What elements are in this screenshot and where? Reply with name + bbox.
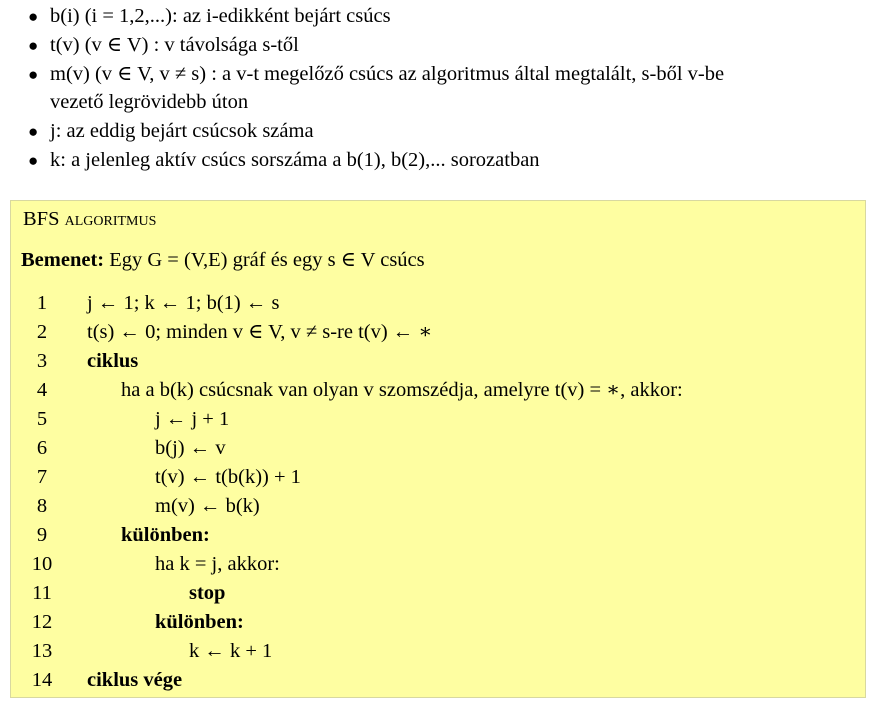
line-number: 12 [31,611,53,633]
bullet-text: t(v) (v ∈ V) : v távolsága s-től [50,34,299,56]
line-code: t(v) ← t(b(k)) + 1 [155,466,301,488]
code-line: 12 különben: [11,608,867,637]
line-code: ciklus [87,350,139,372]
line-number: 5 [36,408,48,430]
bullet-icon: ● [28,7,39,26]
line-number: 1 [36,292,48,314]
line-number: 14 [31,669,53,691]
code-line: 6 b(j) ← v [11,434,867,463]
code-line: 11 stop [11,579,867,608]
code-line: 2 t(s) ← 0; minden v ∈ V, v ≠ s-re t(v) … [11,318,867,347]
line-number: 13 [31,640,53,662]
code-line: 7 t(v) ← t(b(k)) + 1 [11,463,867,492]
line-code: j ← j + 1 [155,408,230,430]
bullet-text: j: az eddig bejárt csúcsok száma [50,120,314,142]
line-code: b(j) ← v [155,437,226,459]
code-line: 14 ciklus vége [11,666,867,695]
line-number: 9 [36,524,48,546]
list-item: ● t(v) (v ∈ V) : v távolsága s-től [28,31,299,60]
code-line: 8 m(v) ← b(k) [11,492,867,521]
code-line: 4 ha a b(k) csúcsnak van olyan v szomszé… [11,376,867,405]
line-number: 3 [36,350,48,372]
line-code: t(s) ← 0; minden v ∈ V, v ≠ s-re t(v) ← … [87,321,433,343]
bullet-text: b(i) (i = 1,2,...): az i-edikként bejárt… [50,5,391,27]
line-number: 6 [36,437,48,459]
line-code: különben: [121,524,210,546]
algorithm-title: BFS algoritmus [23,208,157,230]
list-item: ● b(i) (i = 1,2,...): az i-edikként bejá… [28,2,391,31]
list-item: ● j: az eddig bejárt csúcsok száma [28,117,314,146]
code-line: 5 j ← j + 1 [11,405,867,434]
line-code: j ← 1; k ← 1; b(1) ← s [87,292,280,314]
line-code: különben: [155,611,244,633]
line-number: 4 [36,379,48,401]
bullet-icon: ● [28,151,39,170]
algorithm-input: Bemenet: Egy G = (V,E) gráf és egy s ∈ V… [21,246,425,275]
line-number: 8 [36,495,48,517]
input-text: Egy G = (V,E) gráf és egy s ∈ V csúcs [109,249,425,271]
line-code: ciklus vége [87,669,183,691]
bullet-icon: ● [28,122,39,141]
line-code: k ← k + 1 [189,640,273,662]
line-code: ha k = j, akkor: [155,553,280,575]
bullet-text: k: a jelenleg aktív csúcs sorszáma a b(1… [50,149,540,171]
code-line: 3 ciklus [11,347,867,376]
line-number: 7 [36,466,48,488]
algorithm-box: BFS algoritmus Bemenet: Egy G = (V,E) gr… [10,200,866,698]
bullet-text: m(v) (v ∈ V, v ≠ s) : a v-t megelőző csú… [50,63,725,85]
list-item: ● m(v) (v ∈ V, v ≠ s) : a v-t megelőző c… [28,60,725,89]
bullet-continuation: vezető legrövidebb úton [50,91,249,113]
line-code: m(v) ← b(k) [155,495,260,517]
line-number: 10 [31,553,53,575]
bullet-icon: ● [28,36,39,55]
code-line: 9 különben: [11,521,867,550]
code-line: 13 k ← k + 1 [11,637,867,666]
line-number: 11 [32,582,52,604]
line-code: ha a b(k) csúcsnak van olyan v szomszédj… [121,379,683,401]
line-number: 2 [36,321,48,343]
code-line: 1 j ← 1; k ← 1; b(1) ← s [11,289,867,318]
list-item: ● k: a jelenleg aktív csúcs sorszáma a b… [28,146,540,175]
input-label: Bemenet: [21,249,105,271]
bullet-icon: ● [28,65,39,84]
line-code: stop [189,582,226,604]
code-line: 10 ha k = j, akkor: [11,550,867,579]
